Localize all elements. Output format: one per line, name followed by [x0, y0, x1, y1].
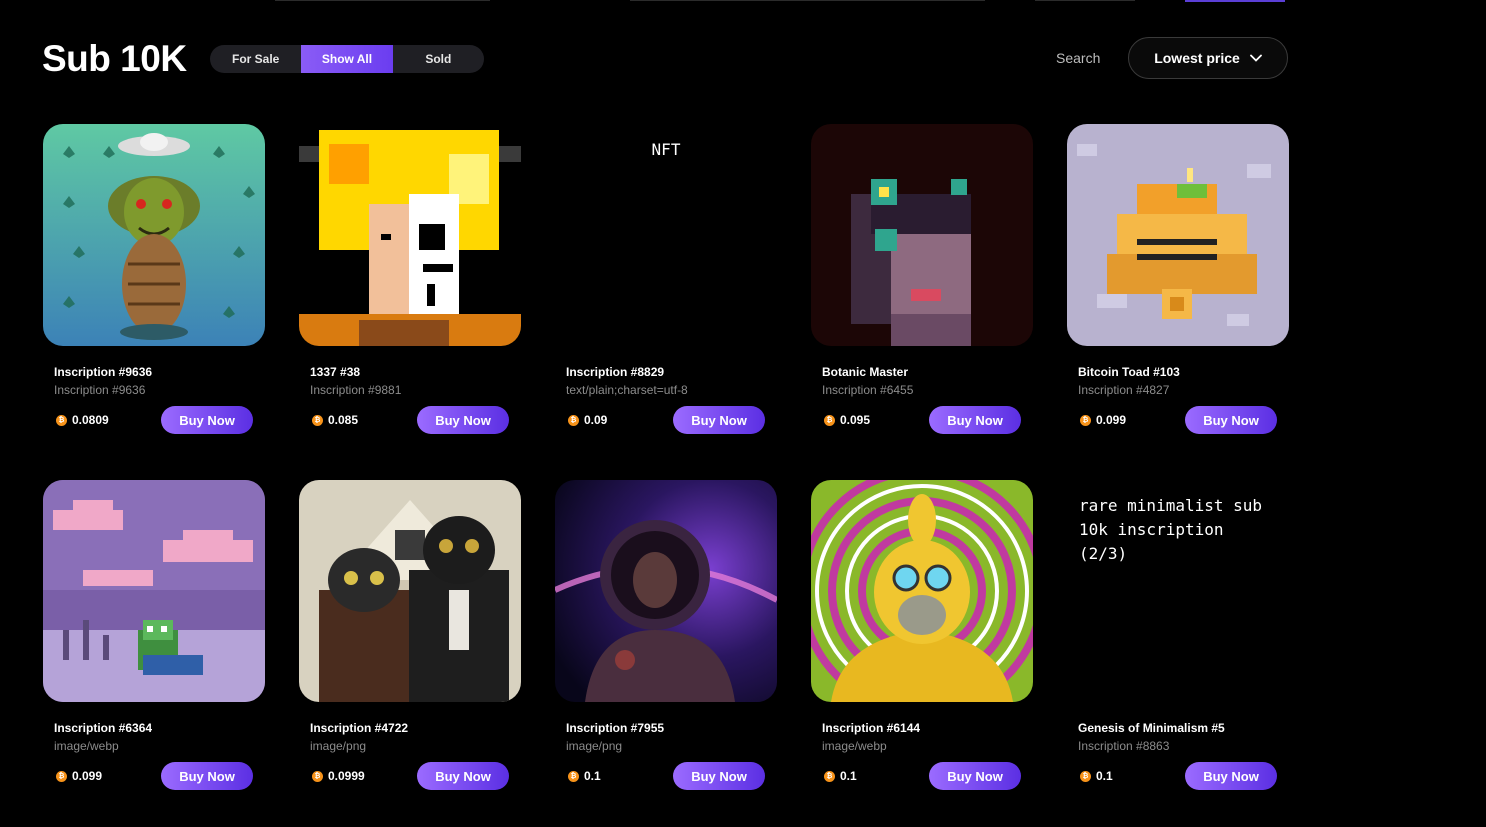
nft-card[interactable]: 1337 #38 Inscription #9881 ₿ 0.085 Buy No…: [299, 124, 521, 434]
nft-name: Inscription #9636: [54, 365, 153, 379]
nft-subtitle: Inscription #9636: [54, 383, 146, 397]
nft-price: ₿ 0.1: [824, 769, 857, 783]
buy-now-button[interactable]: Buy Now: [929, 406, 1021, 434]
nft-price: ₿ 0.1: [1080, 769, 1113, 783]
bitcoin-coin-icon: ₿: [56, 414, 67, 426]
buy-now-button[interactable]: Buy Now: [161, 406, 253, 434]
nft-card[interactable]: Inscription #6364 image/webp ₿ 0.099 Buy …: [43, 480, 265, 790]
sort-label: Lowest price: [1154, 50, 1240, 66]
bitcoin-coin-icon: ₿: [568, 414, 579, 426]
bitcoin-coin-icon: ₿: [312, 414, 323, 426]
nft-name: Inscription #6144: [822, 721, 921, 735]
bitcoin-coin-icon: ₿: [824, 414, 835, 426]
filter-sold[interactable]: Sold: [393, 45, 484, 73]
bitcoin-coin-icon: ₿: [1080, 770, 1091, 782]
price-value: 0.085: [328, 413, 359, 427]
nft-text-preview[interactable]: NFT: [555, 124, 777, 346]
price-value: 0.099: [1096, 413, 1127, 427]
nft-subtitle: Inscription #9881: [310, 383, 402, 397]
price-value: 0.095: [840, 413, 871, 427]
search-link[interactable]: Search: [1056, 50, 1100, 66]
bitcoin-coin-icon: ₿: [1080, 414, 1091, 426]
price-value: 0.1: [1096, 769, 1113, 783]
nft-image-astronaut[interactable]: [555, 480, 777, 702]
nft-price: ₿ 0.099: [1080, 413, 1126, 427]
nft-card[interactable]: Inscription #4722 image/png ₿ 0.0999 Buy …: [299, 480, 521, 790]
sort-dropdown[interactable]: Lowest price: [1128, 37, 1288, 79]
nft-name: Inscription #7955: [566, 721, 665, 735]
nft-subtitle: Inscription #4827: [1078, 383, 1170, 397]
nft-card[interactable]: Inscription #7955 image/png ₿ 0.1 Buy Now: [555, 480, 777, 790]
filter-toggle-group: For Sale Show All Sold: [210, 45, 484, 73]
nft-subtitle: Inscription #8863: [1078, 739, 1170, 753]
nft-image-pixel-girl[interactable]: [811, 124, 1033, 346]
price-value: 0.0809: [72, 413, 109, 427]
buy-now-button[interactable]: Buy Now: [161, 762, 253, 790]
nft-subtitle: Inscription #6455: [822, 383, 914, 397]
nft-image-pixel-pepe[interactable]: [43, 480, 265, 702]
nft-image-golden-ape[interactable]: [811, 480, 1033, 702]
nft-image-cats-gothic[interactable]: [299, 480, 521, 702]
nft-price: ₿ 0.095: [824, 413, 870, 427]
buy-now-button[interactable]: Buy Now: [673, 406, 765, 434]
nft-price: ₿ 0.09: [568, 413, 607, 427]
nft-image-pixel-toad[interactable]: [1067, 124, 1289, 346]
nft-text-preview[interactable]: rare minimalist sub 10k inscription (2/3…: [1067, 480, 1289, 702]
nft-name: Inscription #6364: [54, 721, 153, 735]
nft-card[interactable]: Botanic Master Inscription #6455 ₿ 0.095 …: [811, 124, 1033, 434]
nft-card[interactable]: Inscription #9636 Inscription #9636 ₿ 0.0…: [43, 124, 265, 434]
price-value: 0.0999: [328, 769, 365, 783]
nft-name: Inscription #8829: [566, 365, 665, 379]
bitcoin-coin-icon: ₿: [824, 770, 835, 782]
nft-name: Inscription #4722: [310, 721, 409, 735]
bitcoin-coin-icon: ₿: [568, 770, 579, 782]
nft-image-pixel-skull[interactable]: [299, 124, 521, 346]
nft-subtitle: image/png: [566, 739, 623, 753]
price-value: 0.1: [840, 769, 857, 783]
buy-now-button[interactable]: Buy Now: [1185, 762, 1277, 790]
nft-subtitle: text/plain;charset=utf-8: [566, 383, 688, 397]
nft-price: ₿ 0.085: [312, 413, 358, 427]
buy-now-button[interactable]: Buy Now: [929, 762, 1021, 790]
page-title: Sub 10K: [42, 38, 187, 79]
nft-subtitle: image/webp: [54, 739, 119, 753]
nft-price: ₿ 0.0809: [56, 413, 109, 427]
nft-image-goblin[interactable]: [43, 124, 265, 346]
nft-name: 1337 #38: [310, 365, 361, 379]
nft-card[interactable]: rare minimalist sub 10k inscription (2/3…: [1067, 480, 1289, 790]
nft-price: ₿ 0.099: [56, 769, 102, 783]
buy-now-button[interactable]: Buy Now: [417, 406, 509, 434]
filter-for-sale[interactable]: For Sale: [210, 45, 301, 73]
top-nav-remnant: [0, 0, 1486, 2]
buy-now-button[interactable]: Buy Now: [417, 762, 509, 790]
bitcoin-coin-icon: ₿: [312, 770, 323, 782]
nft-price: ₿ 0.1: [568, 769, 601, 783]
nft-card[interactable]: NFT Inscription #8829 text/plain;charset…: [555, 124, 777, 434]
nft-name: Bitcoin Toad #103: [1078, 365, 1180, 379]
chevron-down-icon: [1249, 54, 1262, 62]
nft-name: Genesis of Minimalism #5: [1078, 721, 1225, 735]
buy-now-button[interactable]: Buy Now: [1185, 406, 1277, 434]
price-value: 0.099: [72, 769, 103, 783]
filter-show-all[interactable]: Show All: [301, 45, 393, 73]
nft-subtitle: image/png: [310, 739, 367, 753]
nft-card[interactable]: Inscription #6144 image/webp ₿ 0.1 Buy No…: [811, 480, 1033, 790]
nft-subtitle: image/webp: [822, 739, 887, 753]
nft-name: Botanic Master: [822, 365, 909, 379]
nft-card[interactable]: Bitcoin Toad #103 Inscription #4827 ₿ 0.0…: [1067, 124, 1289, 434]
price-value: 0.1: [584, 769, 601, 783]
price-value: 0.09: [584, 413, 608, 427]
buy-now-button[interactable]: Buy Now: [673, 762, 765, 790]
nft-price: ₿ 0.0999: [312, 769, 365, 783]
bitcoin-coin-icon: ₿: [56, 770, 67, 782]
